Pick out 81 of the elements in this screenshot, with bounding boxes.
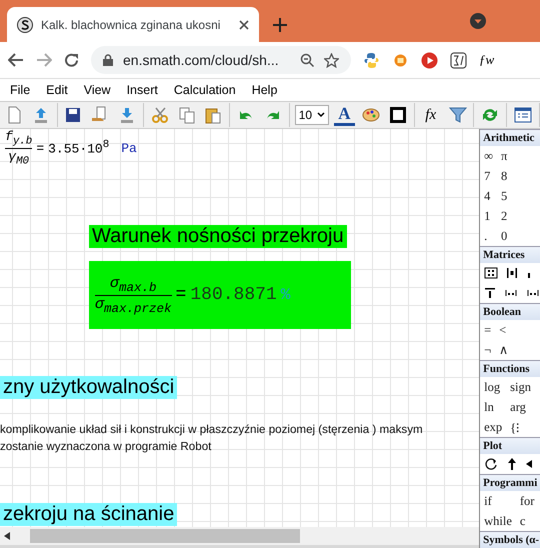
- arrow-up-icon[interactable]: [506, 457, 518, 471]
- horizontal-scrollbar[interactable]: [0, 527, 480, 545]
- menu-item[interactable]: View: [76, 83, 119, 97]
- palette-section-title[interactable]: Plot: [480, 437, 540, 454]
- palette-section-title[interactable]: Boolean: [480, 303, 540, 320]
- palette-item[interactable]: 1: [484, 208, 494, 224]
- palette-item[interactable]: 2: [501, 208, 508, 224]
- palette-item[interactable]: 5: [501, 188, 508, 204]
- play-icon[interactable]: [421, 52, 438, 68]
- range-icon[interactable]: [526, 287, 540, 299]
- section-heading: Warunek nośności przekroju: [89, 225, 347, 248]
- function-button[interactable]: fx: [420, 104, 442, 126]
- paragraph-text: komplikowanie układ sił i konstrukcji w płaszczyźnie poziomej (stęrzenia ) maksym: [0, 422, 423, 438]
- extension-label[interactable]: ƒw: [479, 52, 494, 68]
- palette-item[interactable]: =: [484, 322, 492, 338]
- star-icon[interactable]: [324, 52, 339, 68]
- equals-sign: =: [176, 285, 186, 305]
- arrow-left-icon[interactable]: [526, 457, 532, 471]
- worksheet-canvas[interactable]: [0, 129, 480, 527]
- back-icon[interactable]: [8, 53, 24, 67]
- menu-item[interactable]: Help: [244, 83, 286, 97]
- palette-item[interactable]: 4: [484, 188, 494, 204]
- scrollbar-thumb[interactable]: [30, 529, 300, 543]
- rotate-icon[interactable]: [484, 457, 498, 471]
- palette-item[interactable]: 0: [501, 228, 508, 244]
- section-heading: zekroju na ścinanie: [0, 503, 178, 526]
- palette-item[interactable]: .: [484, 228, 494, 244]
- caret-icon: [316, 112, 324, 118]
- palette-item[interactable]: ∞: [484, 148, 494, 164]
- palette-item[interactable]: arg: [510, 400, 532, 414]
- palette-item[interactable]: for: [520, 494, 534, 508]
- scroll-left-icon[interactable]: [4, 532, 10, 540]
- tab-title: Kalk. blachownica zginana ukosni: [41, 18, 222, 32]
- formula: σ$_{max.b}$ σ$_{max.przek}$ = 180.8871 %: [89, 261, 351, 329]
- palette-item[interactable]: ¬: [484, 342, 492, 358]
- palette-section-title[interactable]: Symbols (α-: [480, 531, 540, 548]
- tab-search-icon[interactable]: [470, 13, 486, 29]
- palette-item[interactable]: 7: [484, 168, 494, 184]
- new-tab-icon[interactable]: [273, 18, 287, 32]
- equals-sign: =: [36, 140, 44, 156]
- font-size-select[interactable]: 10: [294, 105, 328, 125]
- paragraph-text: zostanie wyznaczona w programie Robot: [0, 439, 212, 455]
- site-logo-icon: [17, 16, 33, 32]
- section-heading: zny użytkowalności: [0, 376, 178, 399]
- palette-item[interactable]: ∧: [499, 342, 510, 358]
- vector-icon[interactable]: [484, 287, 496, 299]
- palette-item[interactable]: 8: [501, 168, 508, 184]
- palette-section-title[interactable]: Matrices: [480, 246, 540, 263]
- palette-item[interactable]: <: [499, 322, 510, 338]
- palette-item[interactable]: sign: [510, 380, 532, 394]
- result-value: 3.55·10$^{8}$: [48, 139, 110, 157]
- font-color-button[interactable]: A: [334, 104, 356, 126]
- matrix-icon[interactable]: [484, 267, 498, 279]
- palette-item[interactable]: if: [484, 494, 512, 508]
- menu-item[interactable]: File: [2, 83, 38, 97]
- range-icon[interactable]: [504, 287, 518, 299]
- python-logo-icon[interactable]: [363, 52, 380, 68]
- palette-item[interactable]: {⁝: [510, 418, 532, 436]
- palette-section-title[interactable]: Arithmetic: [480, 129, 540, 146]
- reload-icon[interactable]: [64, 52, 79, 68]
- palette-section-title[interactable]: Functions: [480, 360, 540, 377]
- menu-item[interactable]: Edit: [38, 83, 76, 97]
- palette-item[interactable]: log: [484, 380, 502, 394]
- zoom-out-icon[interactable]: [300, 53, 314, 67]
- palette-item[interactable]: ln: [484, 400, 502, 414]
- browser-tab[interactable]: Kalk. blachownica zginana ukosni: [7, 7, 259, 42]
- determinant-icon[interactable]: [506, 267, 518, 279]
- palette-item[interactable]: c: [520, 514, 534, 528]
- close-icon[interactable]: [239, 20, 249, 30]
- lock-icon: [103, 54, 113, 66]
- url-text: en.smath.com/cloud/sh...: [123, 52, 280, 68]
- palette-item[interactable]: while: [484, 514, 512, 528]
- palette-section-title[interactable]: Programmi: [480, 474, 540, 491]
- address-bar[interactable]: en.smath.com/cloud/sh...: [91, 46, 351, 74]
- result-value: 180.8871: [190, 285, 277, 305]
- formula: f$_{y.b}$ γ$_{M0}$ = 3.55·10$^{8}$ Pa: [5, 129, 137, 168]
- border-icon[interactable]: [387, 104, 409, 126]
- palette-item[interactable]: π: [501, 148, 508, 164]
- menu-item[interactable]: Insert: [118, 83, 166, 97]
- menu-item[interactable]: Calculation: [166, 83, 244, 97]
- palette-item[interactable]: exp: [484, 420, 502, 434]
